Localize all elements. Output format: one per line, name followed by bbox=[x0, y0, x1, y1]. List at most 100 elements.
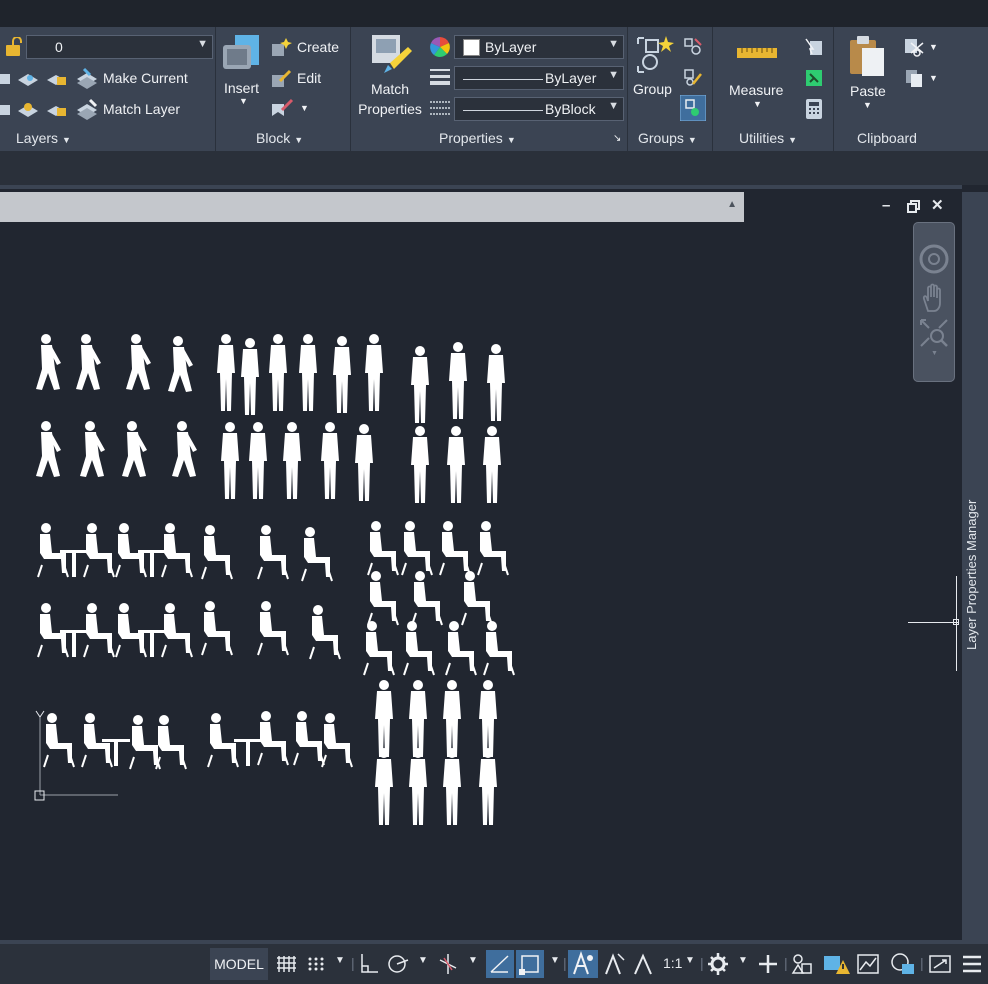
group-icon[interactable] bbox=[634, 34, 676, 76]
layers-panel-title[interactable]: Layers ▼ bbox=[16, 130, 71, 146]
layer-isolate-icon[interactable] bbox=[16, 68, 40, 88]
color-dropdown[interactable]: ByLayer ▼ bbox=[454, 35, 624, 59]
chevron-down-icon[interactable]: ▼ bbox=[929, 42, 938, 52]
pan-hand-icon[interactable] bbox=[920, 283, 948, 313]
copy-icon[interactable] bbox=[904, 68, 924, 88]
lineweight-dropdown[interactable]: ByBlock ▼ bbox=[454, 97, 624, 121]
model-space-button[interactable]: MODEL bbox=[210, 948, 268, 980]
chevron-down-icon[interactable]: ▼ bbox=[239, 96, 248, 106]
polar-tracking-icon[interactable] bbox=[386, 950, 410, 978]
people-silhouettes-drawing[interactable] bbox=[30, 325, 520, 825]
groups-panel-label: Groups bbox=[638, 130, 684, 146]
chevron-down-icon[interactable]: ▼ bbox=[738, 955, 748, 966]
insert-block-icon[interactable] bbox=[221, 33, 263, 77]
chevron-down-icon[interactable]: ▼ bbox=[929, 73, 938, 83]
edit-block-icon[interactable] bbox=[270, 67, 292, 89]
properties-panel-title[interactable]: Properties ▼ bbox=[439, 130, 516, 146]
paste-button[interactable]: Paste bbox=[850, 83, 886, 99]
insert-button[interactable]: Insert bbox=[224, 80, 259, 96]
layer-off-icon[interactable] bbox=[16, 99, 40, 119]
utilities-panel-title[interactable]: Utilities ▼ bbox=[739, 130, 797, 146]
cut-scissors-icon[interactable] bbox=[903, 37, 925, 57]
chevron-down-icon[interactable]: ▼ bbox=[550, 955, 560, 966]
plus-icon[interactable] bbox=[756, 950, 780, 978]
create-block-icon[interactable] bbox=[270, 36, 292, 58]
zoom-extents-icon[interactable] bbox=[919, 318, 949, 348]
select-all-icon[interactable] bbox=[804, 68, 824, 88]
chevron-down-icon: ▼ bbox=[62, 135, 71, 145]
side-panel-title[interactable]: Layer Properties Manager bbox=[964, 470, 979, 650]
clipboard-panel-label: Clipboard bbox=[857, 130, 917, 146]
annotation-scale-value[interactable]: 1:1 bbox=[663, 955, 682, 971]
chevron-up-icon[interactable]: ▲ bbox=[727, 199, 737, 210]
chevron-down-icon[interactable]: ▼ bbox=[418, 955, 428, 966]
crosshair-horizontal bbox=[908, 622, 958, 623]
calculator-icon[interactable] bbox=[806, 99, 822, 119]
chevron-down-icon[interactable]: ▼ bbox=[608, 38, 619, 50]
steering-wheel-icon[interactable] bbox=[918, 243, 950, 275]
match-layer-button[interactable]: Match Layer bbox=[103, 101, 180, 117]
make-current-icon[interactable] bbox=[76, 67, 98, 89]
group-selection-toggle-icon[interactable] bbox=[680, 95, 706, 121]
paste-clipboard-icon[interactable] bbox=[848, 34, 886, 78]
snap-icon[interactable] bbox=[306, 950, 326, 978]
fullscreen-icon[interactable] bbox=[928, 950, 952, 978]
ortho-icon[interactable] bbox=[358, 950, 380, 978]
close-icon[interactable]: ✕ bbox=[931, 196, 944, 214]
customization-menu-icon[interactable] bbox=[960, 950, 984, 978]
minimize-icon[interactable]: – bbox=[882, 197, 890, 214]
layer-unlock-icon[interactable] bbox=[46, 99, 68, 119]
workspace-gear-icon[interactable] bbox=[706, 950, 730, 978]
linetype-dropdown-value: ByLayer bbox=[545, 70, 597, 86]
auto-scale-icon[interactable] bbox=[602, 950, 626, 978]
measure-button[interactable]: Measure bbox=[729, 82, 783, 98]
match-properties-icon[interactable] bbox=[370, 33, 414, 77]
isolate-objects-icon[interactable] bbox=[790, 950, 814, 978]
chevron-down-icon[interactable]: ▼ bbox=[335, 955, 345, 966]
create-block-button[interactable]: Create bbox=[297, 39, 339, 55]
annotation-visibility-icon[interactable] bbox=[568, 950, 598, 978]
graphics-performance-icon[interactable] bbox=[856, 950, 882, 978]
match-properties-line1[interactable]: Match bbox=[368, 81, 412, 97]
chevron-down-icon[interactable]: ▼ bbox=[197, 38, 208, 50]
block-panel-title[interactable]: Block ▼ bbox=[256, 130, 303, 146]
annotation-scale-icon[interactable] bbox=[632, 950, 654, 978]
panel-divider bbox=[350, 27, 351, 151]
hardware-acceleration-warning-icon[interactable] bbox=[822, 950, 852, 978]
chevron-down-icon[interactable]: ▼ bbox=[931, 350, 938, 357]
measure-ruler-icon[interactable] bbox=[736, 44, 778, 62]
groups-panel-title[interactable]: Groups ▼ bbox=[638, 130, 697, 146]
layer-freeze-icon[interactable] bbox=[0, 68, 14, 88]
chevron-down-icon[interactable]: ▼ bbox=[753, 99, 762, 109]
match-layer-icon[interactable] bbox=[76, 98, 98, 120]
block-attribute-icon[interactable] bbox=[270, 98, 296, 120]
group-button[interactable]: Group bbox=[633, 81, 672, 97]
clean-screen-lock-icon[interactable] bbox=[888, 950, 916, 978]
chevron-down-icon[interactable]: ▼ bbox=[608, 100, 619, 112]
lineweight-icon bbox=[430, 69, 450, 85]
make-current-button[interactable]: Make Current bbox=[103, 70, 188, 86]
chevron-down-icon[interactable]: ▼ bbox=[468, 955, 478, 966]
object-snap-icon[interactable] bbox=[516, 950, 544, 978]
restore-icon[interactable] bbox=[907, 200, 921, 214]
chevron-down-icon[interactable]: ▼ bbox=[685, 955, 695, 966]
group-edit-icon[interactable] bbox=[683, 68, 703, 88]
quick-select-icon[interactable] bbox=[804, 37, 824, 57]
clipboard-panel-title[interactable]: Clipboard bbox=[857, 130, 917, 146]
layer-walk-icon[interactable] bbox=[0, 99, 14, 119]
layer-unlocked-icon[interactable] bbox=[4, 37, 26, 57]
ungroup-icon[interactable] bbox=[683, 37, 703, 57]
layer-lock-icon[interactable] bbox=[46, 68, 68, 88]
edit-block-button[interactable]: Edit bbox=[297, 70, 321, 86]
grid-icon[interactable] bbox=[276, 950, 296, 978]
chevron-down-icon[interactable]: ▼ bbox=[300, 103, 309, 113]
match-properties-line2[interactable]: Properties bbox=[355, 101, 425, 117]
chevron-down-icon[interactable]: ▼ bbox=[608, 69, 619, 81]
object-snap-tracking-icon[interactable] bbox=[486, 950, 514, 978]
dialog-launcher-icon[interactable]: ↘ bbox=[613, 133, 621, 144]
isodraft-icon[interactable] bbox=[436, 950, 460, 978]
viewport-control-bar[interactable]: ▲ bbox=[0, 192, 744, 222]
chevron-down-icon[interactable]: ▼ bbox=[863, 100, 872, 110]
layer-dropdown[interactable]: 0 ▼ bbox=[26, 35, 213, 59]
linetype-dropdown[interactable]: ByLayer ▼ bbox=[454, 66, 624, 90]
